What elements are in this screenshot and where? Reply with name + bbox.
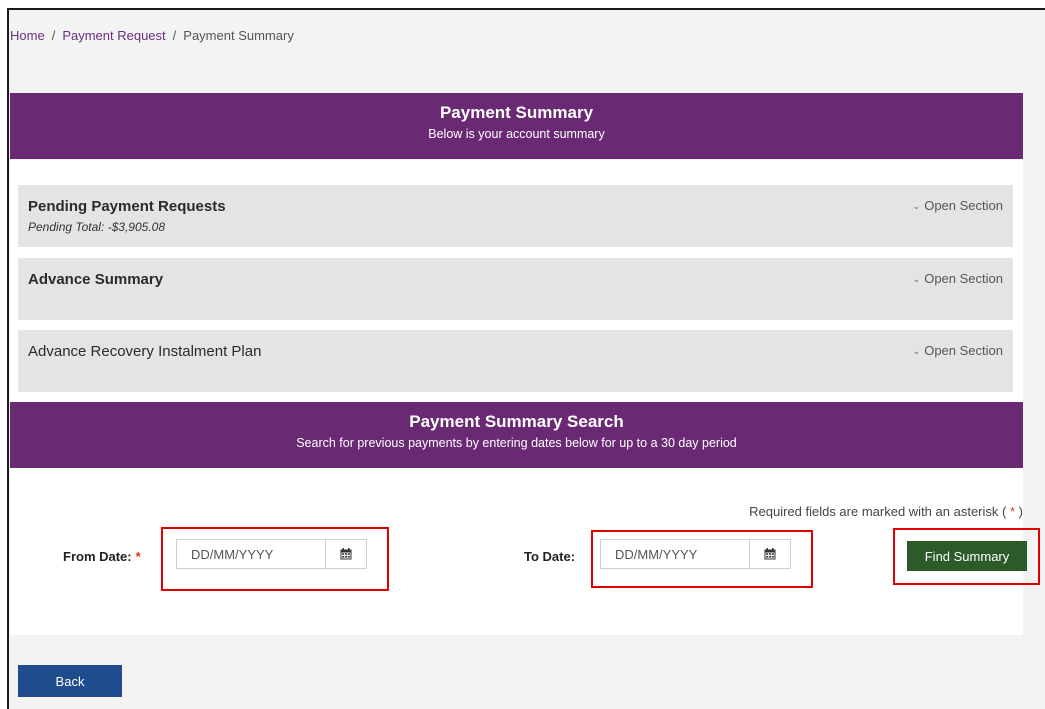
- breadcrumb-separator: /: [172, 28, 177, 43]
- section-title: Advance Recovery Instalment Plan: [28, 343, 262, 360]
- breadcrumb-current: Payment Summary: [183, 28, 294, 43]
- required-fields-note: Required fields are marked with an aster…: [749, 504, 1023, 519]
- section-pending-payment-requests[interactable]: Pending Payment Requests Pending Total: …: [18, 185, 1013, 247]
- pending-total: Pending Total: -$3,905.08: [28, 220, 165, 234]
- required-asterisk: *: [135, 549, 141, 564]
- payment-summary-search-banner: Payment Summary Search Search for previo…: [10, 402, 1023, 468]
- to-date-input[interactable]: [601, 540, 751, 568]
- open-section-toggle[interactable]: ⌄ Open Section: [913, 271, 1003, 286]
- section-title: Pending Payment Requests: [28, 198, 226, 215]
- breadcrumb-separator: /: [51, 28, 56, 43]
- to-date-label: To Date:: [524, 549, 576, 564]
- open-section-label: Open Section: [924, 198, 1003, 213]
- chevron-down-icon: ⌄: [912, 201, 921, 211]
- open-section-toggle[interactable]: ⌄ Open Section: [913, 343, 1003, 358]
- section-title: Advance Summary: [28, 271, 164, 288]
- search-banner-title: Payment Summary Search: [409, 412, 624, 431]
- open-section-label: Open Section: [924, 271, 1003, 286]
- payment-summary-banner: Payment Summary Below is your account su…: [10, 93, 1023, 159]
- open-section-toggle[interactable]: ⌄ Open Section: [913, 198, 1003, 213]
- chevron-down-icon: ⌄: [912, 274, 921, 284]
- from-date-label: From Date: *: [63, 549, 141, 564]
- search-banner-subtitle: Search for previous payments by entering…: [296, 436, 737, 450]
- section-advance-summary[interactable]: Advance Summary ⌄ Open Section: [18, 258, 1013, 320]
- find-summary-button[interactable]: Find Summary: [907, 541, 1027, 571]
- calendar-icon[interactable]: [749, 540, 790, 568]
- breadcrumb-payment-request-link[interactable]: Payment Request: [62, 28, 165, 43]
- banner-subtitle: Below is your account summary: [428, 127, 605, 141]
- from-date-input[interactable]: [177, 540, 327, 568]
- back-button[interactable]: Back: [18, 665, 122, 697]
- section-advance-recovery-instalment-plan[interactable]: Advance Recovery Instalment Plan ⌄ Open S…: [18, 330, 1013, 392]
- open-section-label: Open Section: [924, 343, 1003, 358]
- breadcrumb-home-link[interactable]: Home: [10, 28, 45, 43]
- to-date-field[interactable]: [600, 539, 791, 569]
- breadcrumb: Home / Payment Request / Payment Summary: [10, 28, 294, 43]
- from-date-field[interactable]: [176, 539, 367, 569]
- calendar-icon[interactable]: [325, 540, 366, 568]
- banner-title: Payment Summary: [439, 103, 594, 122]
- chevron-down-icon: ⌄: [912, 346, 921, 356]
